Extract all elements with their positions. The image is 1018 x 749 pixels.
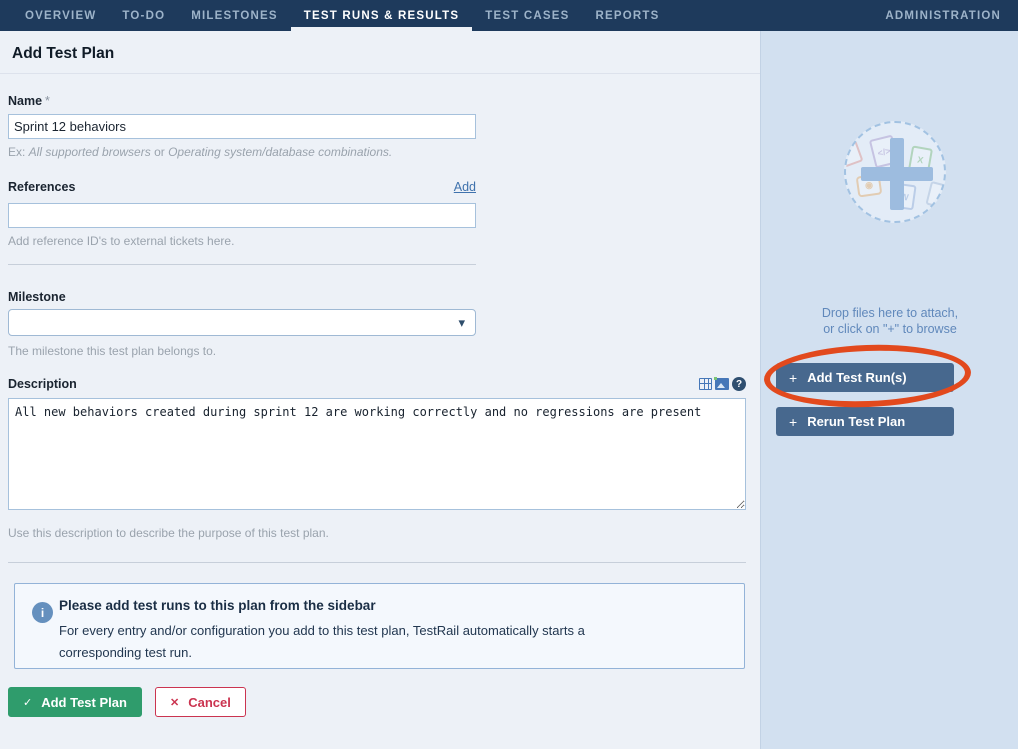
info-icon: i bbox=[32, 602, 53, 623]
chevron-down-icon: ▾ bbox=[458, 315, 465, 330]
name-hint: Ex: All supported browsers or Operating … bbox=[8, 145, 392, 159]
milestone-label: Milestone bbox=[8, 290, 66, 304]
add-test-plan-button[interactable]: ✓ Add Test Plan bbox=[8, 687, 142, 717]
name-hint-example1: All supported browsers bbox=[28, 145, 151, 159]
plus-icon bbox=[861, 167, 933, 181]
dropzone-caption: Drop files here to attach, or click on "… bbox=[761, 305, 1018, 337]
name-input[interactable] bbox=[8, 114, 476, 139]
name-hint-prefix: Ex: bbox=[8, 145, 29, 159]
main-content: Add Test Plan Name* Ex: All supported br… bbox=[0, 31, 760, 749]
milestone-select[interactable]: ▾ bbox=[8, 309, 476, 336]
nav-tab-milestones[interactable]: MILESTONES bbox=[178, 0, 291, 31]
info-box-title: Please add test runs to this plan from t… bbox=[59, 598, 376, 613]
add-test-runs-button-label: Add Test Run(s) bbox=[807, 370, 907, 385]
required-marker: * bbox=[45, 94, 50, 108]
rerun-test-plan-button-label: Rerun Test Plan bbox=[807, 414, 906, 429]
references-hint: Add reference ID's to external tickets h… bbox=[8, 234, 235, 248]
dropzone-caption-line2: or click on "+" to browse bbox=[823, 322, 957, 336]
add-test-plan-page: OVERVIEW TO-DO MILESTONES TEST RUNS & RE… bbox=[0, 0, 1018, 749]
top-navigation: OVERVIEW TO-DO MILESTONES TEST RUNS & RE… bbox=[0, 0, 1018, 31]
description-textarea[interactable]: All new behaviors created during sprint … bbox=[8, 398, 746, 510]
plus-icon: + bbox=[789, 369, 798, 386]
add-test-runs-button[interactable]: + Add Test Run(s) bbox=[776, 363, 954, 392]
file-dropzone[interactable]: </> X ◉ W bbox=[844, 121, 946, 223]
name-hint-conjunction: or bbox=[150, 145, 169, 159]
nav-tab-todo[interactable]: TO-DO bbox=[109, 0, 178, 31]
nav-tab-reports[interactable]: REPORTS bbox=[582, 0, 672, 31]
pdf-file-icon bbox=[846, 138, 864, 168]
plus-icon: + bbox=[789, 413, 798, 430]
references-add-link[interactable]: Add bbox=[454, 180, 476, 194]
nav-tab-administration[interactable]: ADMINISTRATION bbox=[872, 0, 1018, 31]
cancel-button-label: Cancel bbox=[188, 694, 231, 710]
milestone-hint: The milestone this test plan belongs to. bbox=[8, 344, 217, 358]
help-icon[interactable]: ? bbox=[732, 377, 746, 391]
cancel-button[interactable]: ✕ Cancel bbox=[155, 687, 246, 717]
text-file-icon bbox=[925, 180, 944, 210]
dropzone-caption-line1: Drop files here to attach, bbox=[821, 306, 959, 320]
insert-image-icon[interactable] bbox=[714, 377, 729, 390]
description-toolbar: ? bbox=[699, 377, 746, 391]
nav-tab-test-runs-results[interactable]: TEST RUNS & RESULTS bbox=[290, 0, 473, 31]
references-label: References bbox=[8, 180, 76, 194]
rerun-test-plan-button[interactable]: + Rerun Test Plan bbox=[776, 407, 954, 436]
nav-tab-test-cases[interactable]: TEST CASES bbox=[472, 0, 582, 31]
name-label-text: Name bbox=[8, 94, 43, 108]
info-box-body: For every entry and/or configuration you… bbox=[59, 623, 585, 660]
check-icon: ✓ bbox=[23, 696, 33, 709]
nav-tab-overview[interactable]: OVERVIEW bbox=[12, 0, 109, 31]
insert-table-icon[interactable] bbox=[699, 378, 712, 390]
section-divider bbox=[8, 264, 476, 265]
add-test-plan-button-label: Add Test Plan bbox=[41, 694, 127, 710]
references-input[interactable] bbox=[8, 203, 476, 228]
close-icon: ✕ bbox=[170, 696, 180, 709]
attachments-sidebar: </> X ◉ W Drop files here to attach, or … bbox=[760, 31, 1018, 749]
page-title: Add Test Plan bbox=[12, 45, 115, 62]
references-row: References Add bbox=[8, 180, 476, 194]
name-label: Name * bbox=[8, 94, 50, 108]
header-divider bbox=[0, 73, 760, 74]
section-divider bbox=[8, 562, 746, 563]
description-label: Description bbox=[8, 377, 77, 391]
description-hint: Use this description to describe the pur… bbox=[8, 526, 329, 540]
info-box: i Please add test runs to this plan from… bbox=[14, 583, 745, 669]
name-hint-example2: Operating system/database combinations. bbox=[168, 145, 393, 159]
